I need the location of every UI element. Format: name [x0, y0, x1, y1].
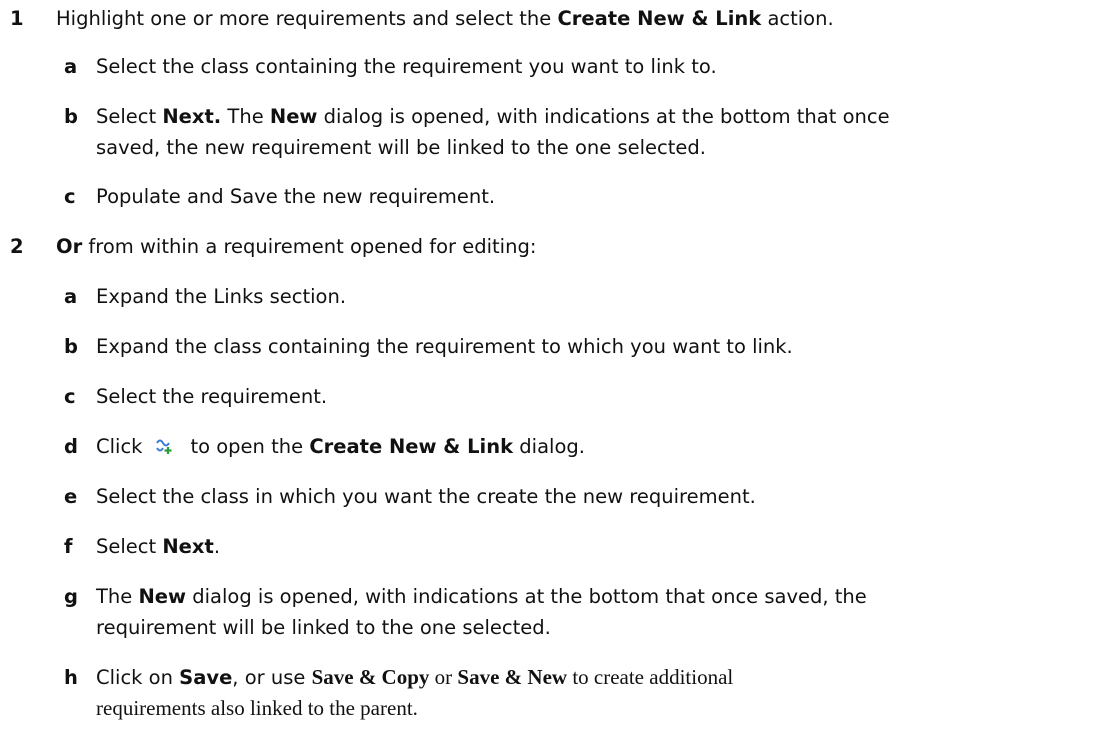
substep-text: Select Next.: [96, 531, 1056, 562]
text-run: Expand the Links section.: [96, 285, 347, 308]
substep-letter: c: [64, 385, 76, 408]
substep-text: Click on Save, or use Save & Copy or Sav…: [96, 662, 1056, 724]
text-line: Populate and Save the new requirement.: [96, 181, 1056, 212]
text-run: Select the requirement.: [96, 385, 328, 408]
bold-text: Save & New: [457, 665, 568, 689]
text-run: Click on: [96, 666, 180, 689]
substep-letter: b: [64, 105, 78, 128]
text-run: action.: [761, 7, 834, 30]
substep-letter: d: [64, 435, 78, 458]
bold-text: Create New & Link: [309, 435, 514, 458]
substep-letter: c: [64, 185, 76, 208]
text-run: , or use: [232, 666, 312, 689]
text-run: to open the: [190, 435, 310, 458]
bold-text: New: [269, 105, 318, 128]
text-run: Expand the class containing the requirem…: [96, 335, 793, 358]
step-number: 1: [10, 7, 24, 30]
substep-text: Expand the class containing the requirem…: [96, 331, 1056, 362]
substep-text: Select the requirement.: [96, 381, 1056, 412]
bold-text: Or: [56, 235, 83, 258]
text-run: requirement will be linked to the one se…: [96, 616, 551, 639]
substep-text: Select Next. The New dialog is opened, w…: [96, 101, 1056, 163]
bold-text: Next: [162, 535, 214, 558]
text-line: The New dialog is opened, with indicatio…: [96, 581, 1056, 612]
substep-letter: h: [64, 666, 78, 689]
text-line: requirement will be linked to the one se…: [96, 612, 1056, 643]
bold-text: Save & Copy: [311, 665, 430, 689]
text-line: Expand the class containing the requirem…: [96, 331, 1056, 362]
text-run: Select the class containing the requirem…: [96, 55, 717, 78]
text-run: The: [221, 105, 270, 128]
text-run: Select: [96, 535, 163, 558]
substep-letter: e: [64, 485, 78, 508]
step-text: Or from within a requirement opened for …: [56, 231, 536, 262]
substep-letter: g: [64, 585, 78, 608]
substep-letter: a: [64, 285, 78, 308]
text-run: requirements also linked to the parent.: [96, 696, 418, 720]
substep-text: Select the class containing the requirem…: [96, 51, 1056, 82]
text-run: Select: [96, 105, 163, 128]
text-run: Populate and Save the new requirement.: [96, 185, 496, 208]
text-run: to create additional: [567, 665, 734, 689]
bold-text: New: [138, 585, 187, 608]
text-run: saved, the new requirement will be linke…: [96, 136, 706, 159]
step-text: Highlight one or more requirements and s…: [56, 3, 834, 34]
bold-text: Next.: [162, 105, 222, 128]
text-line: Select Next.: [96, 531, 1056, 562]
substep-text: Select the class in which you want the c…: [96, 481, 1056, 512]
text-run: dialog is opened, with indications at th…: [317, 105, 890, 128]
substep-letter: f: [64, 535, 73, 558]
text-line: Select the requirement.: [96, 381, 1056, 412]
substep-text: The New dialog is opened, with indicatio…: [96, 581, 1056, 643]
text-line: Click to open the Create New & Link dialo…: [96, 431, 1056, 462]
text-line: Click on Save, or use Save & Copy or Sav…: [96, 662, 1056, 693]
text-line: Select the class in which you want the c…: [96, 481, 1056, 512]
text-run: from within a requirement opened for edi…: [82, 235, 537, 258]
substep-text: Click to open the Create New & Link dialo…: [96, 431, 1056, 462]
text-run: Select the class in which you want the c…: [96, 485, 756, 508]
substep-text: Expand the Links section.: [96, 281, 1056, 312]
create-new-link-icon: [156, 439, 172, 454]
bold-text: Save: [179, 666, 233, 689]
text-run: or: [429, 665, 458, 689]
text-line: Select Next. The New dialog is opened, w…: [96, 101, 1056, 132]
text-run: dialog.: [513, 435, 585, 458]
text-run: The: [96, 585, 139, 608]
text-line: saved, the new requirement will be linke…: [96, 132, 1056, 163]
bold-text: Create New & Link: [557, 7, 762, 30]
text-line: Expand the Links section.: [96, 281, 1056, 312]
text-run: Click: [96, 435, 143, 458]
text-run: dialog is opened, with indications at th…: [186, 585, 867, 608]
text-run: Highlight one or more requirements and s…: [56, 7, 558, 30]
step-number: 2: [10, 235, 24, 258]
text-line: Select the class containing the requirem…: [96, 51, 1056, 82]
substep-letter: b: [64, 335, 78, 358]
substep-text: Populate and Save the new requirement.: [96, 181, 1056, 212]
substep-letter: a: [64, 55, 78, 78]
text-line: requirements also linked to the parent.: [96, 693, 1056, 724]
text-run: .: [213, 535, 221, 558]
